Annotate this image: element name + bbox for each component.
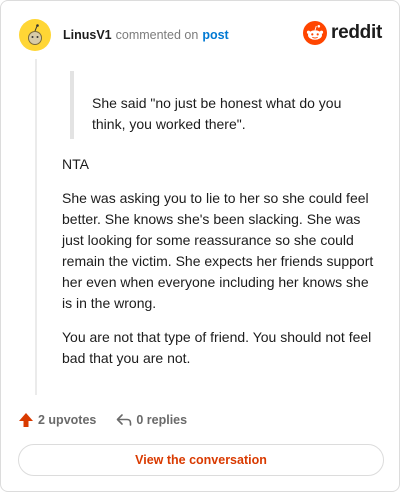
byline-action: commented on <box>115 28 199 42</box>
reddit-brand[interactable]: reddit <box>303 21 382 45</box>
comment-embed-card: LinusV1 commented on post reddit She sai… <box>0 0 400 492</box>
reddit-wordmark: reddit <box>331 22 382 43</box>
reply-count: 0 replies <box>136 413 188 427</box>
user-avatar[interactable] <box>19 19 51 51</box>
username-link[interactable]: LinusV1 <box>63 28 112 42</box>
upvote-arrow-icon[interactable] <box>18 412 34 428</box>
comment-header: LinusV1 commented on post <box>19 19 229 51</box>
comment-body: NTA She was asking you to lie to her so … <box>62 154 380 382</box>
view-conversation-button[interactable]: View the conversation <box>18 444 384 476</box>
snoo-avatar-icon <box>28 24 42 45</box>
comment-footer: 2 upvotes 0 replies <box>18 410 187 430</box>
reddit-logo-icon <box>303 21 328 45</box>
upvote-count: 2 upvotes <box>38 413 97 427</box>
comment-paragraph: You are not that type of friend. You sho… <box>62 329 372 366</box>
quote-text: She said "no just be honest what do you … <box>92 95 342 132</box>
thread-line <box>35 59 37 395</box>
quote-block: She said "no just be honest what do you … <box>70 71 370 139</box>
comment-paragraph: She was asking you to lie to her so she … <box>62 190 374 311</box>
reply-arrow-icon[interactable] <box>116 412 132 428</box>
comment-paragraph: NTA <box>62 156 89 172</box>
byline: LinusV1 commented on post <box>63 28 229 42</box>
post-link[interactable]: post <box>202 28 228 42</box>
